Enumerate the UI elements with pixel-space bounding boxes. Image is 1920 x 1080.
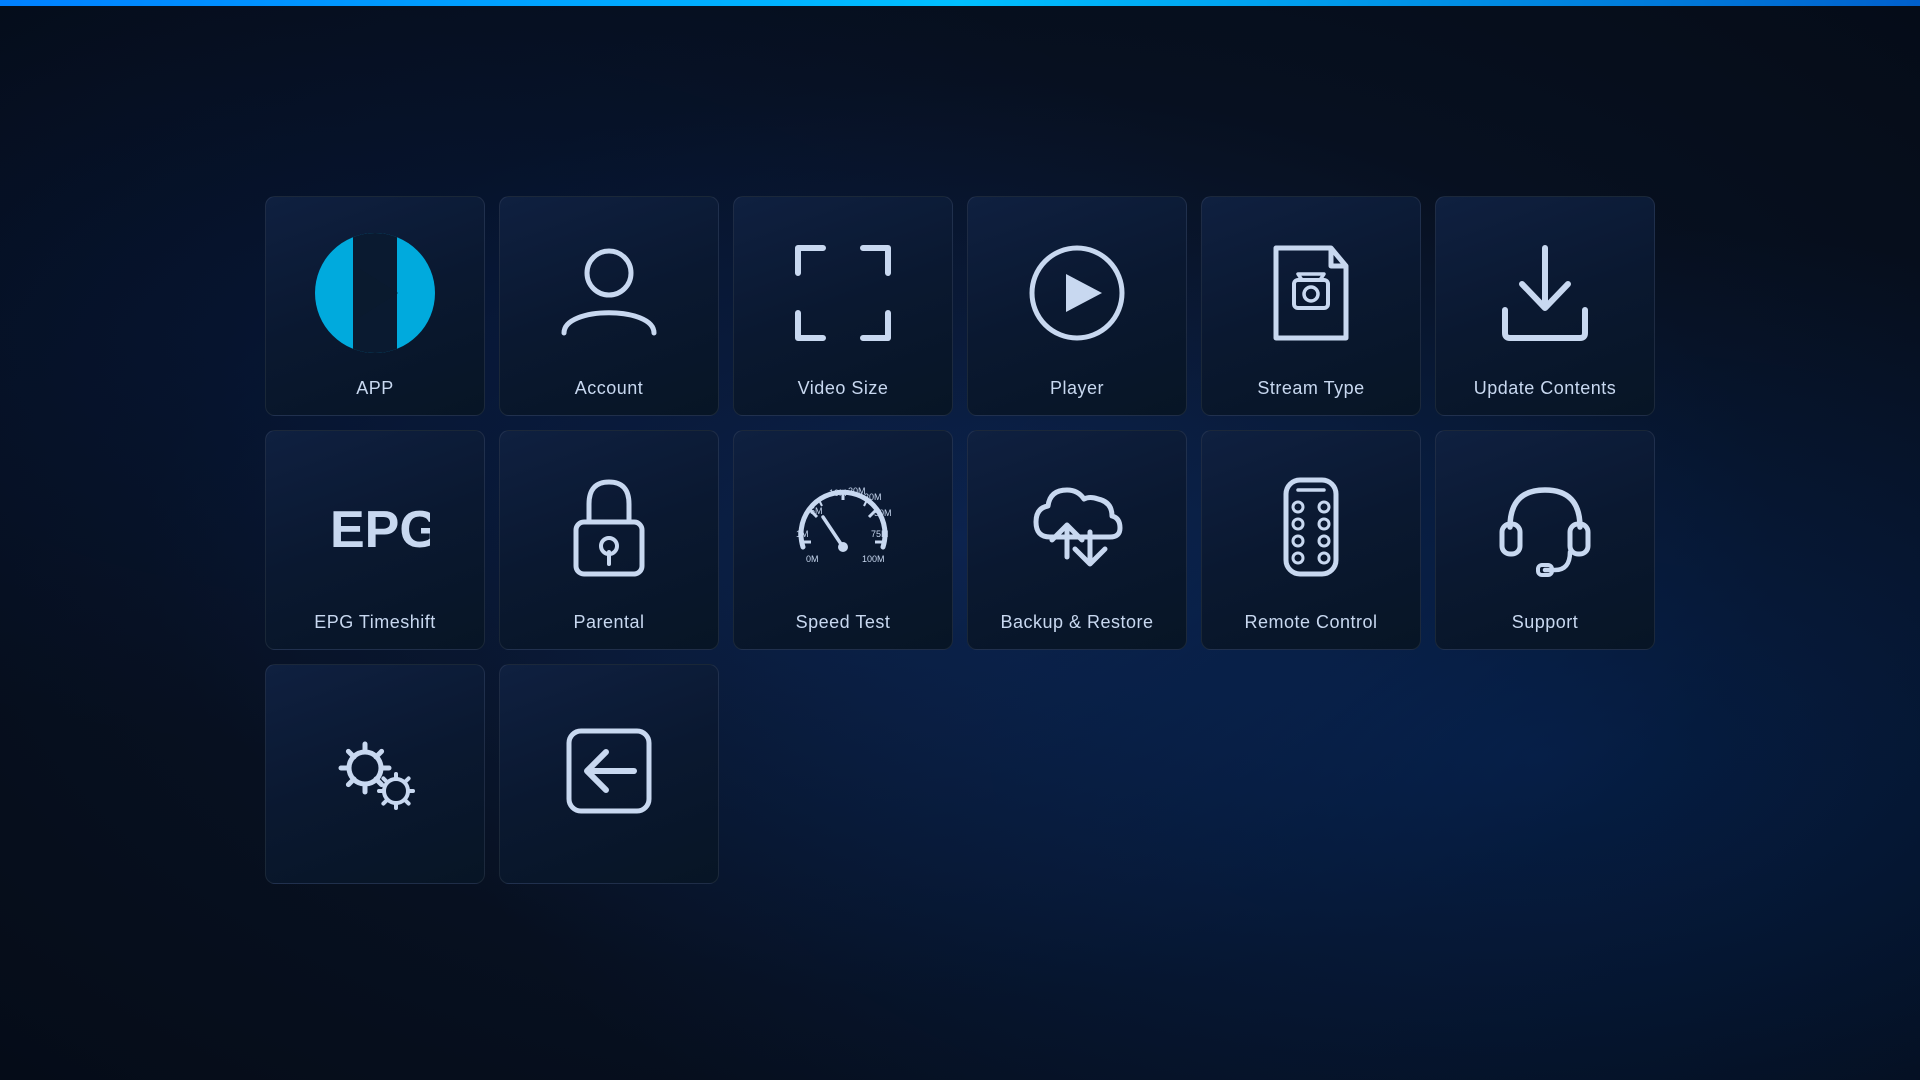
tile-remote-control[interactable]: Remote Control — [1201, 430, 1421, 650]
tile-speed-test[interactable]: 0M 1M 5M 10M 20M 30M 50M 75M 100M Speed … — [733, 430, 953, 650]
tile-stream-type[interactable]: Stream Type — [1201, 196, 1421, 416]
tile-update-contents-label: Update Contents — [1474, 378, 1617, 399]
tile-parental-label: Parental — [573, 612, 644, 633]
tile-empty-2 — [967, 664, 1187, 884]
backup-restore-icon — [978, 451, 1176, 602]
tile-exit[interactable] — [499, 664, 719, 884]
tile-account[interactable]: Account — [499, 196, 719, 416]
support-icon — [1446, 451, 1644, 602]
tile-account-label: Account — [575, 378, 644, 399]
tile-app-label: APP — [356, 378, 394, 399]
update-contents-icon — [1446, 217, 1644, 368]
tile-epg-timeshift-label: EPG Timeshift — [314, 612, 436, 633]
app-icon — [276, 217, 474, 368]
stream-type-icon — [1212, 217, 1410, 368]
svg-text:10M: 10M — [829, 488, 847, 498]
settings-grid: APP Account Video Size — [225, 156, 1695, 924]
tile-video-size[interactable]: Video Size — [733, 196, 953, 416]
tile-empty-4 — [1435, 664, 1655, 884]
tile-support[interactable]: Support — [1435, 430, 1655, 650]
tile-backup-restore[interactable]: Backup & Restore — [967, 430, 1187, 650]
tile-epg-timeshift[interactable]: EPG EPG Timeshift — [265, 430, 485, 650]
svg-text:75M: 75M — [871, 529, 889, 539]
tile-video-size-label: Video Size — [798, 378, 889, 399]
exit-icon — [510, 685, 708, 857]
svg-text:20M: 20M — [848, 486, 866, 496]
video-size-icon — [744, 217, 942, 368]
tile-player-label: Player — [1050, 378, 1104, 399]
tile-speed-test-label: Speed Test — [796, 612, 891, 633]
tile-stream-type-label: Stream Type — [1257, 378, 1364, 399]
epg-timeshift-icon: EPG — [276, 451, 474, 602]
parental-icon — [510, 451, 708, 602]
tile-app[interactable]: APP — [265, 196, 485, 416]
tile-parental[interactable]: Parental — [499, 430, 719, 650]
speed-test-icon: 0M 1M 5M 10M 20M 30M 50M 75M 100M — [744, 451, 942, 602]
remote-control-icon — [1212, 451, 1410, 602]
settings-icon — [276, 685, 474, 857]
tile-remote-control-label: Remote Control — [1244, 612, 1377, 633]
tile-empty-3 — [1201, 664, 1421, 884]
svg-text:EPG: EPG — [330, 501, 430, 559]
svg-text:50M: 50M — [874, 508, 892, 518]
player-icon — [978, 217, 1176, 368]
svg-text:30M: 30M — [864, 492, 882, 502]
tile-empty-1 — [733, 664, 953, 884]
svg-text:1M: 1M — [796, 529, 809, 539]
tile-update-contents[interactable]: Update Contents — [1435, 196, 1655, 416]
account-icon — [510, 217, 708, 368]
tile-settings[interactable] — [265, 664, 485, 884]
svg-text:5M: 5M — [810, 506, 823, 516]
tile-player[interactable]: Player — [967, 196, 1187, 416]
svg-text:0M: 0M — [806, 554, 819, 564]
tile-support-label: Support — [1512, 612, 1579, 633]
tile-backup-restore-label: Backup & Restore — [1000, 612, 1153, 633]
svg-text:100M: 100M — [862, 554, 885, 564]
